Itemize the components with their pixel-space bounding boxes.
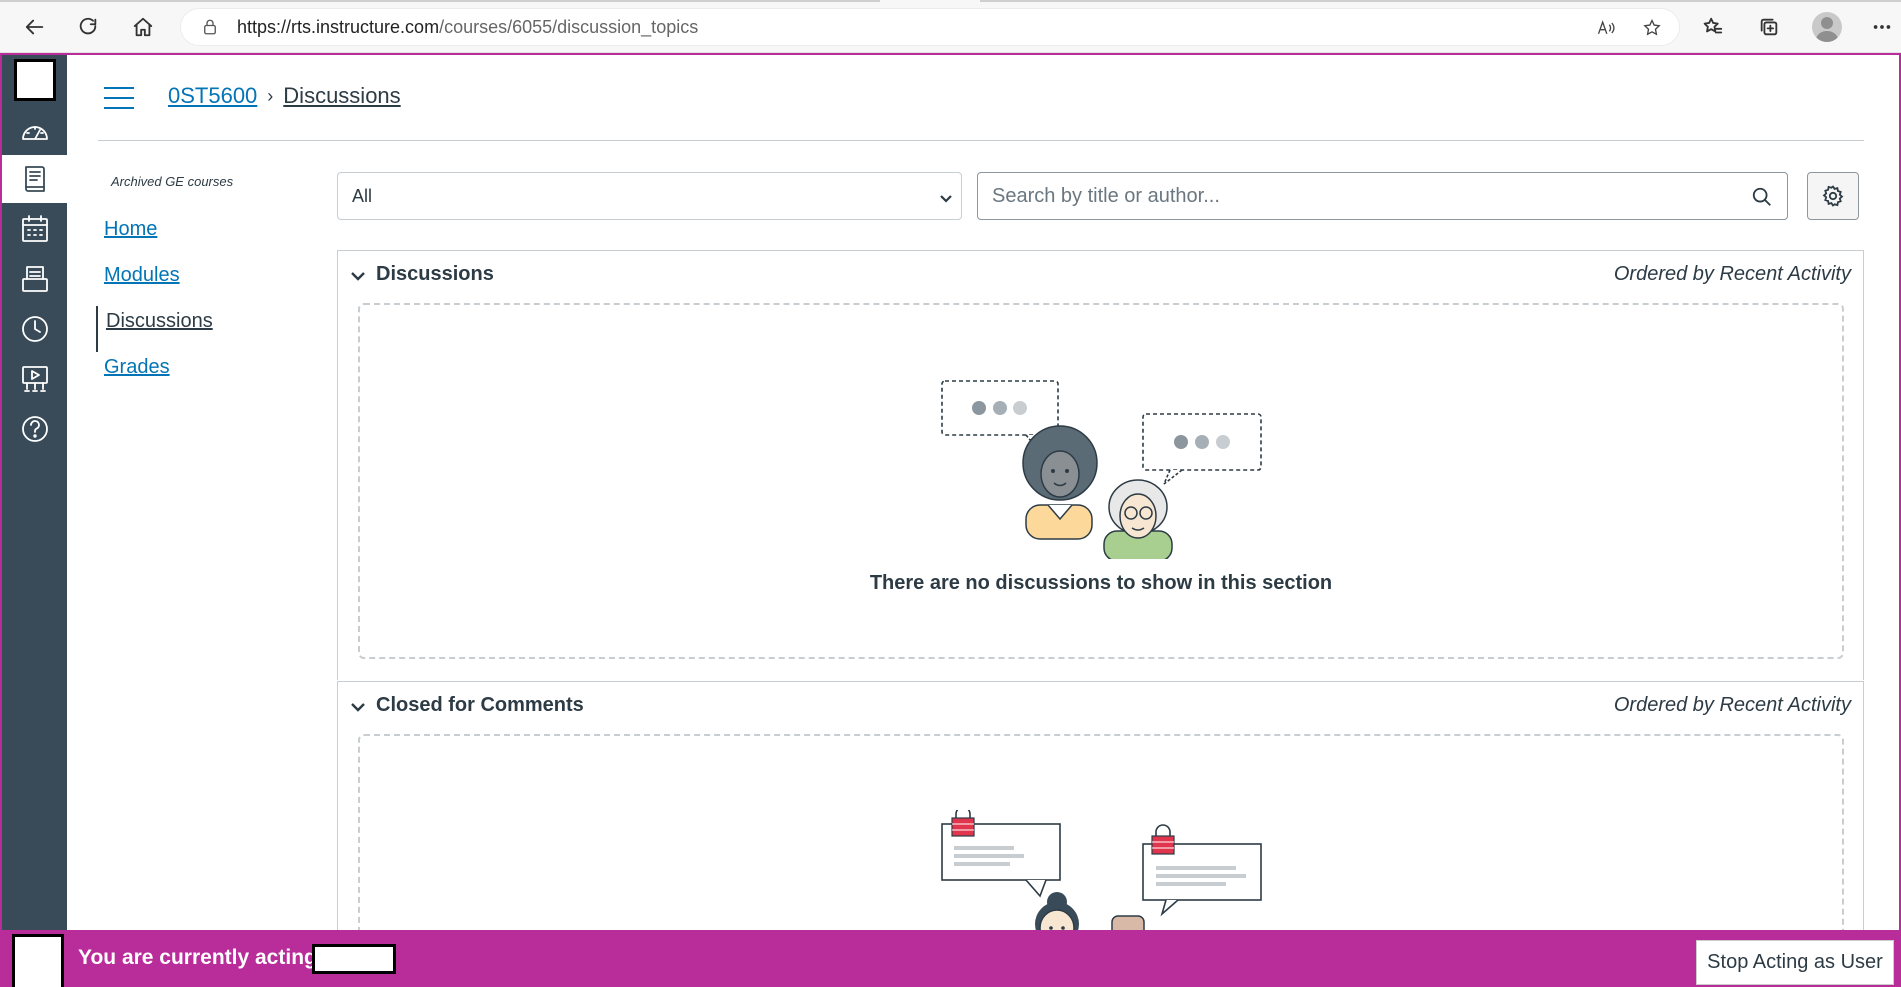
empty-state-message: There are no discussions to show in this…	[869, 572, 1333, 594]
course-navigation: Home Modules Discussions Grades	[96, 214, 213, 398]
home-icon[interactable]	[126, 10, 160, 44]
course-menu-toggle[interactable]	[104, 87, 134, 109]
course-nav-grades[interactable]: Grades	[96, 352, 213, 398]
add-favorite-icon[interactable]	[1639, 15, 1665, 41]
back-icon[interactable]	[18, 10, 52, 44]
course-nav-home[interactable]: Home	[96, 214, 213, 260]
locked-comments-illustration	[941, 810, 1262, 934]
section-order-label: Ordered by Recent Activity	[1613, 694, 1851, 716]
history-clock-icon[interactable]	[2, 305, 67, 353]
search-input[interactable]: Search by title or author...	[977, 172, 1788, 220]
empty-state-panel: There are no discussions to show in this…	[358, 303, 1844, 659]
search-icon	[1751, 186, 1773, 208]
help-icon[interactable]	[2, 405, 67, 453]
breadcrumb-separator: ›	[267, 85, 274, 106]
search-placeholder: Search by title or author...	[992, 184, 1220, 207]
filter-value: All	[352, 185, 373, 206]
section-title: Discussions	[376, 263, 494, 285]
institution-logo[interactable]	[14, 59, 56, 101]
closed-for-comments-section: Closed for Comments Ordered by Recent Ac…	[337, 681, 1864, 934]
empty-state-panel	[358, 734, 1844, 934]
profile-avatar-icon[interactable]	[1812, 12, 1842, 42]
breadcrumb: 0ST5600 › Discussions	[168, 83, 401, 109]
reload-icon[interactable]	[71, 10, 105, 44]
course-nav-modules[interactable]: Modules	[96, 260, 213, 306]
course-nav-discussions[interactable]: Discussions	[96, 306, 213, 352]
calendar-icon[interactable]	[2, 205, 67, 253]
discussion-filter-select[interactable]: All	[337, 172, 962, 220]
redacted-user-name	[312, 944, 396, 974]
breadcrumb-current[interactable]: Discussions	[283, 83, 400, 109]
studio-media-icon[interactable]	[2, 355, 67, 403]
breadcrumb-course-link[interactable]: 0ST5600	[168, 83, 257, 109]
dashboard-icon[interactable]	[2, 107, 67, 155]
address-bar[interactable]: https://rts.instructure.com/courses/6055…	[180, 8, 1680, 46]
tab-strip-edge	[0, 0, 880, 2]
masquerade-avatar	[12, 934, 64, 987]
tab-strip-edge	[980, 0, 1901, 2]
chevron-down-icon	[350, 698, 366, 714]
collections-icon[interactable]	[1752, 10, 1786, 44]
read-aloud-icon[interactable]	[1593, 15, 1619, 41]
discussions-section: Discussions Ordered by Recent Activity T…	[337, 250, 1864, 680]
people-chatting-illustration	[941, 380, 1262, 559]
gear-icon	[1822, 185, 1844, 207]
discussion-settings-button[interactable]	[1807, 172, 1859, 220]
section-order-label: Ordered by Recent Activity	[1613, 263, 1851, 285]
acting-as-message: You are currently acting as	[78, 946, 347, 969]
global-navigation	[2, 55, 67, 930]
more-menu-icon[interactable]	[1865, 10, 1899, 44]
inbox-icon[interactable]	[2, 255, 67, 303]
chevron-down-icon	[350, 267, 366, 283]
courses-icon[interactable]	[2, 155, 67, 203]
header-divider	[98, 140, 1864, 141]
stop-acting-button[interactable]: Stop Acting as User	[1696, 940, 1894, 985]
discussions-section-toggle[interactable]: Discussions	[350, 263, 494, 286]
chevron-down-icon	[939, 189, 953, 203]
course-nav-heading: Archived GE courses	[111, 174, 234, 189]
acting-as-user-bar: You are currently acting as Stop Acting …	[0, 930, 1901, 987]
url-text[interactable]: https://rts.instructure.com/courses/6055…	[237, 17, 698, 38]
lock-icon[interactable]	[201, 18, 219, 36]
browser-toolbar: https://rts.instructure.com/courses/6055…	[0, 0, 1901, 53]
favorites-icon[interactable]	[1696, 10, 1730, 44]
section-title: Closed for Comments	[376, 694, 584, 716]
closed-section-toggle[interactable]: Closed for Comments	[350, 694, 584, 717]
